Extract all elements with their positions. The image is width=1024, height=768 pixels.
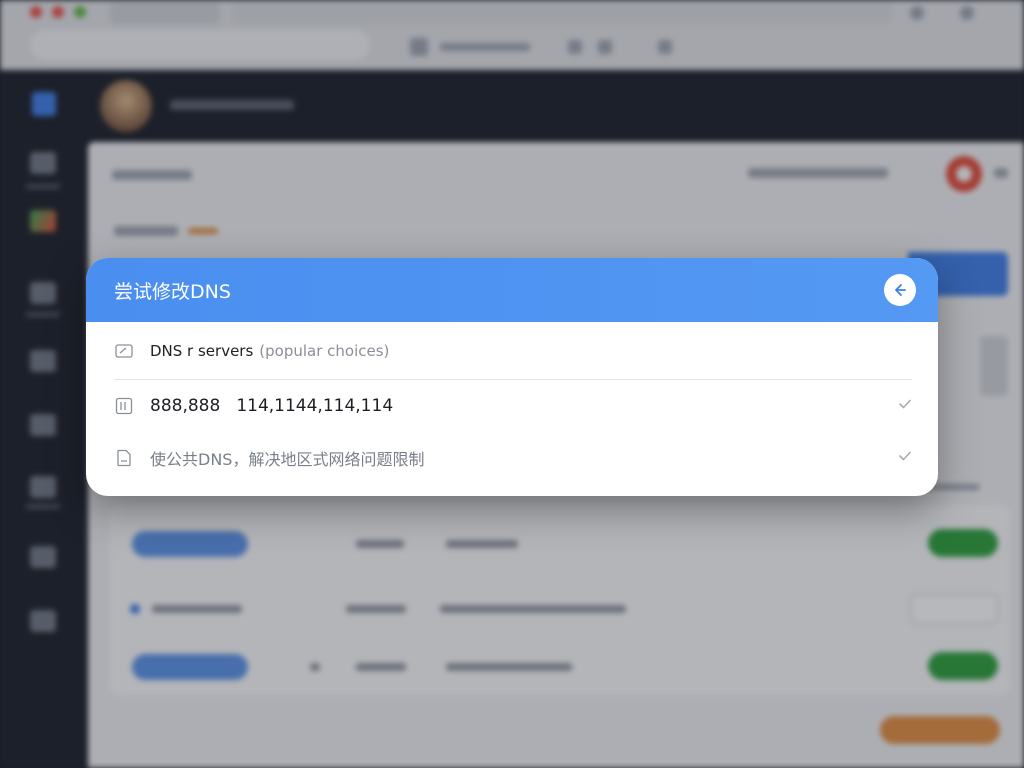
dns-primary-address: 888,888 xyxy=(150,396,221,416)
settings-table xyxy=(110,505,1010,695)
user-avatar-icon[interactable] xyxy=(946,156,982,192)
toolbar-icon[interactable] xyxy=(598,40,612,54)
sidebar-item-icon[interactable] xyxy=(30,546,56,568)
badge-placeholder xyxy=(188,228,218,234)
back-arrow-icon[interactable] xyxy=(884,274,916,306)
dns-servers-label: DNS r servers xyxy=(150,341,254,360)
dns-secondary-address: 114,1144,114,114 xyxy=(236,396,394,416)
close-window-dot[interactable] xyxy=(30,6,42,18)
extension-icon[interactable] xyxy=(410,38,428,56)
save-button[interactable] xyxy=(880,716,1000,744)
app-logo-icon xyxy=(32,92,56,116)
browser-tab[interactable] xyxy=(110,2,220,24)
dns-option-row[interactable]: 888,888 114,1144,114,114 xyxy=(114,380,912,432)
dialog-body: DNS r servers (popular choices) 888,888 … xyxy=(86,322,938,484)
sidebar-item-icon[interactable] xyxy=(30,476,56,498)
cell-placeholder xyxy=(446,663,572,671)
profile-icon[interactable] xyxy=(910,6,924,20)
sidebar-item-icon[interactable] xyxy=(30,210,56,232)
cell-placeholder xyxy=(152,605,242,613)
radio-icon[interactable] xyxy=(130,604,140,614)
cell-placeholder xyxy=(310,663,320,671)
maximize-window-dot[interactable] xyxy=(74,6,86,18)
dns-servers-hint: (popular choices) xyxy=(259,341,390,360)
sidebar-item-label xyxy=(26,184,60,189)
sidebar-item-icon[interactable] xyxy=(30,414,56,436)
sidebar-item-icon[interactable] xyxy=(30,350,56,372)
toolbar-icon[interactable] xyxy=(658,40,672,54)
sidebar-item-icon[interactable] xyxy=(30,282,56,304)
sidebar-item-icon[interactable] xyxy=(30,152,56,174)
subsection-title-placeholder xyxy=(114,226,178,236)
cell-placeholder xyxy=(356,540,404,548)
cell-placeholder xyxy=(356,663,406,671)
dns-option-row[interactable]: 使公共DNS，解决地区式网络问题限制 xyxy=(114,432,912,484)
dialog-title: 尝试修改DNS xyxy=(114,280,231,303)
sidebar-item-label xyxy=(26,504,60,509)
dns-dialog: 尝试修改DNS DNS r servers (popular choices) … xyxy=(86,258,938,496)
toolbar-icon[interactable] xyxy=(568,40,582,54)
section-title-placeholder xyxy=(112,170,192,180)
header-text-placeholder xyxy=(748,168,888,178)
enable-button[interactable] xyxy=(928,652,998,680)
dns-option-description: 使公共DNS，解决地区式网络问题限制 xyxy=(150,450,425,469)
sidebar-item-label xyxy=(26,312,60,317)
browser-tab[interactable] xyxy=(232,2,892,24)
dialog-header: 尝试修改DNS xyxy=(86,258,938,322)
app-header xyxy=(0,70,1024,140)
server-icon xyxy=(114,397,134,415)
browser-chrome xyxy=(0,0,1024,70)
secondary-button[interactable] xyxy=(910,594,998,624)
status-pill xyxy=(132,531,248,557)
address-bar[interactable] xyxy=(30,30,370,60)
cell-placeholder xyxy=(346,605,406,613)
cell-placeholder xyxy=(440,605,626,613)
sidebar xyxy=(0,92,86,768)
document-icon xyxy=(114,449,134,467)
check-icon[interactable] xyxy=(898,450,912,466)
chevron-down-icon[interactable] xyxy=(994,168,1008,178)
screen: 尝试修改DNS DNS r servers (popular choices) … xyxy=(0,0,1024,768)
sidebar-item-icon[interactable] xyxy=(30,610,56,632)
check-icon[interactable] xyxy=(898,398,912,414)
status-pill xyxy=(132,654,248,680)
side-panel-stub xyxy=(980,336,1008,396)
app-title-placeholder xyxy=(170,100,294,110)
avatar[interactable] xyxy=(100,80,152,132)
cell-placeholder xyxy=(446,540,518,548)
enable-button[interactable] xyxy=(928,529,998,557)
tab-label-placeholder xyxy=(440,43,530,51)
dns-servers-header-row: DNS r servers (popular choices) xyxy=(114,322,912,380)
minimize-window-dot[interactable] xyxy=(52,6,64,18)
menu-icon[interactable] xyxy=(960,6,974,20)
edit-icon xyxy=(114,342,134,360)
